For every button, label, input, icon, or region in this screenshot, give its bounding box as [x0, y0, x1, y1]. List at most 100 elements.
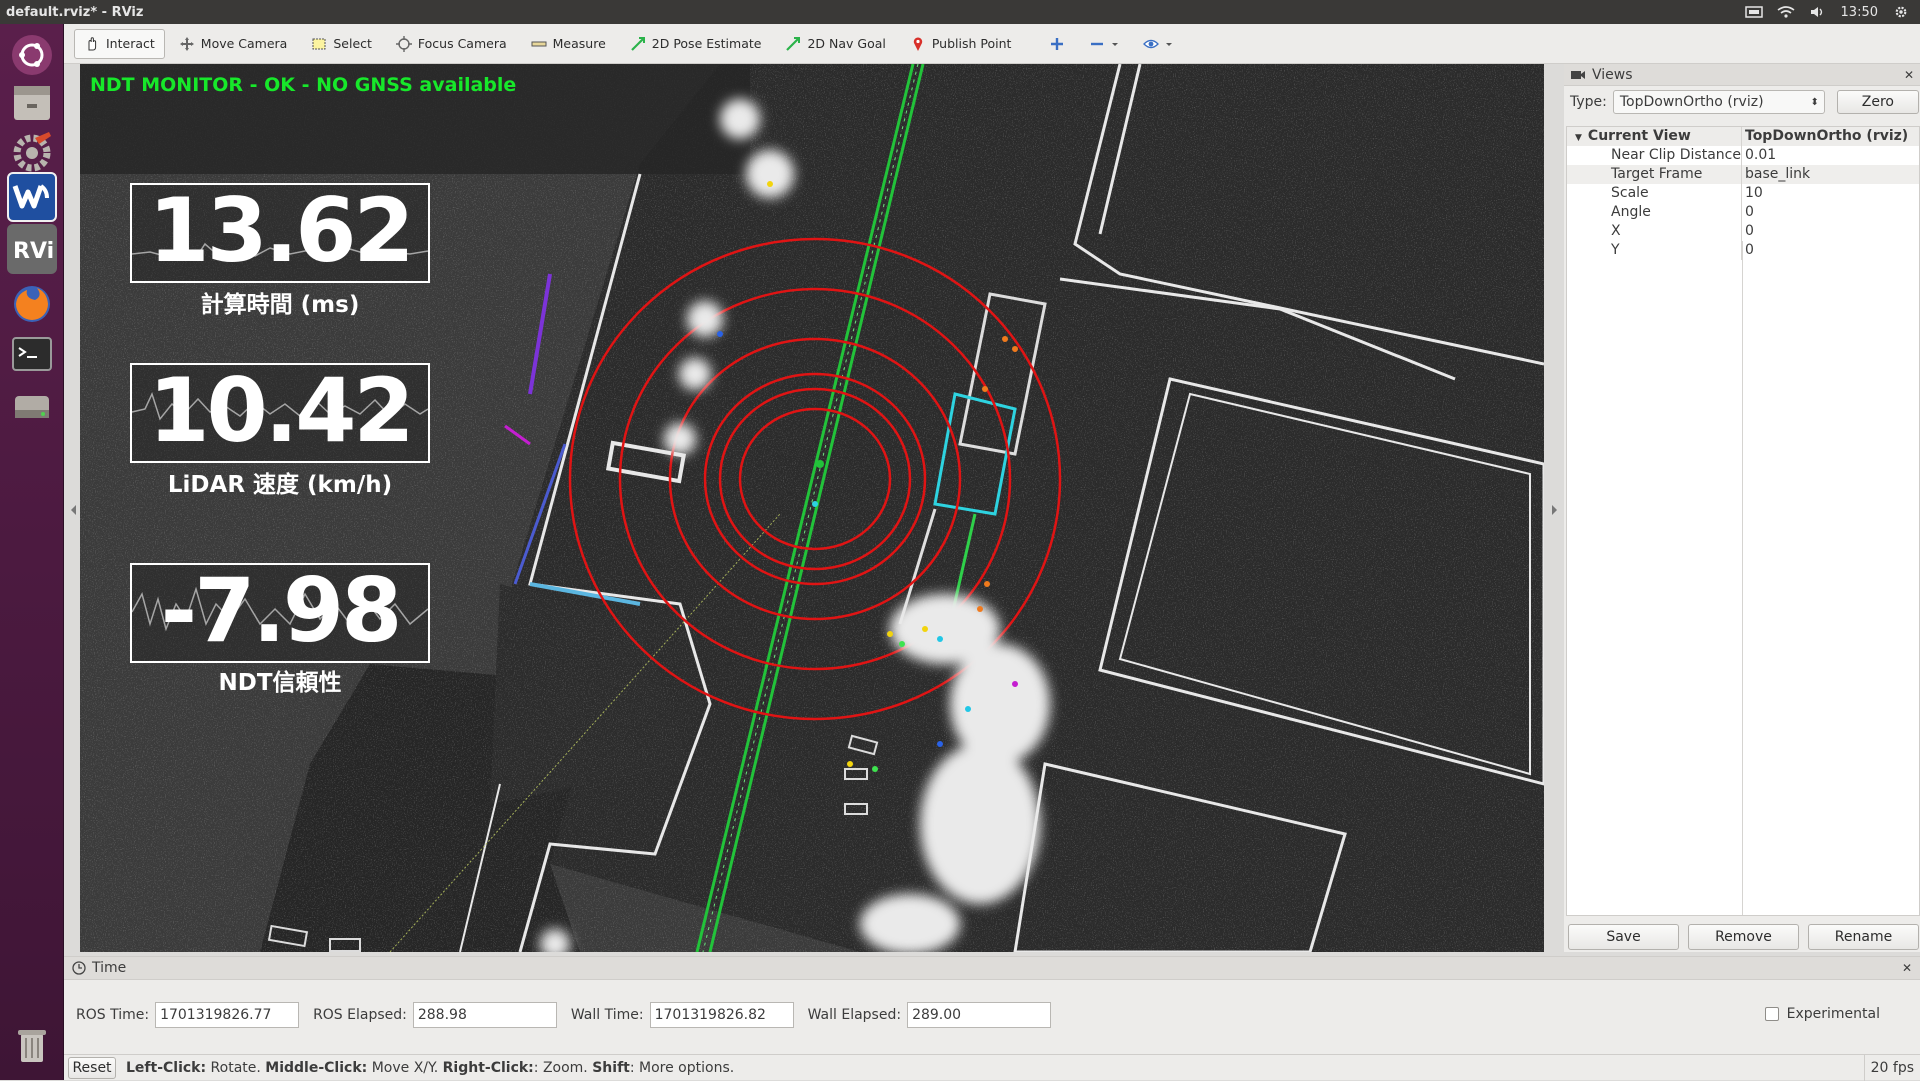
- property-key: Near Clip Distance: [1567, 146, 1742, 165]
- select-tool[interactable]: Select: [301, 29, 382, 59]
- launcher: RViz: [0, 24, 64, 1080]
- property-value[interactable]: 0: [1742, 222, 1754, 241]
- collapse-left-arrow-icon[interactable]: [70, 505, 78, 515]
- lidar-speed-value: 10.42: [148, 359, 414, 462]
- interact-label: Interact: [106, 36, 155, 51]
- pose-estimate-tool[interactable]: 2D Pose Estimate: [620, 29, 772, 59]
- volume-icon[interactable]: [1809, 6, 1827, 18]
- property-key: Angle: [1567, 203, 1742, 222]
- updown-arrow-icon: ⬍: [1810, 96, 1819, 108]
- wall-time-field[interactable]: 1701319826.82: [649, 1002, 794, 1028]
- measure-tool[interactable]: Measure: [521, 29, 616, 59]
- property-value[interactable]: 10: [1742, 184, 1763, 203]
- expand-triangle-icon[interactable]: ▼: [1575, 133, 1582, 143]
- column-divider: [1742, 241, 1743, 915]
- current-view-value: TopDownOrtho (rviz): [1745, 128, 1909, 144]
- ubuntu-dash-icon[interactable]: [7, 30, 57, 80]
- trash-icon[interactable]: [7, 1020, 57, 1070]
- remove-button[interactable]: Remove: [1688, 924, 1799, 950]
- camera-icon: [1571, 70, 1585, 79]
- remove-tool-button[interactable]: [1079, 29, 1129, 59]
- property-row[interactable]: Angle 0: [1567, 203, 1919, 222]
- property-value[interactable]: 0: [1742, 241, 1754, 260]
- views-title: Views: [1592, 66, 1633, 83]
- keyboard-icon[interactable]: [1744, 6, 1763, 18]
- view-type-select[interactable]: TopDownOrtho (rviz) ⬍: [1612, 90, 1825, 114]
- compute-time-value: 13.62: [148, 179, 414, 282]
- save-button[interactable]: Save: [1568, 924, 1679, 950]
- select-label: Select: [333, 36, 372, 51]
- view-type-label: Type:: [1570, 94, 1607, 110]
- rename-button[interactable]: Rename: [1808, 924, 1919, 950]
- wall-elapsed-label: Wall Elapsed:: [807, 1007, 902, 1023]
- eye-icon: [1143, 39, 1160, 48]
- settings-icon[interactable]: [7, 126, 57, 176]
- property-value[interactable]: 0: [1742, 203, 1754, 222]
- terminal-icon[interactable]: [7, 330, 57, 380]
- ruler-icon: [531, 41, 547, 46]
- rviz-icon[interactable]: RViz: [7, 224, 57, 274]
- publish-point-tool[interactable]: Publish Point: [900, 29, 1022, 59]
- ros-time-field[interactable]: 1701319826.77: [155, 1002, 300, 1028]
- add-tool-button[interactable]: [1039, 29, 1075, 59]
- experimental-checkbox[interactable]: [1764, 1007, 1779, 1021]
- view-properties-tree: ▼ Current View TopDownOrtho (rviz) Near C…: [1566, 126, 1920, 916]
- clock[interactable]: 13:50: [1841, 5, 1878, 20]
- top-panel: default.rviz* - RViz 13:50: [0, 0, 1920, 24]
- compute-time-label: 計算時間 (ms): [200, 292, 360, 318]
- ndt-monitor-status: NDT MONITOR - OK - NO GNSS available: [90, 74, 517, 96]
- firefox-icon[interactable]: [7, 278, 57, 328]
- ros-elapsed-field[interactable]: 288.98: [412, 1002, 557, 1028]
- collapse-right-arrow-icon[interactable]: [1550, 505, 1558, 515]
- property-row[interactable]: Scale 10: [1567, 184, 1919, 203]
- ndt-confidence-label: NDT信頼性: [218, 670, 342, 696]
- time-title: Time: [92, 960, 127, 976]
- compute-time-gauge: 13.62: [130, 179, 430, 283]
- property-key: Target Frame: [1567, 165, 1742, 184]
- property-value[interactable]: 0.01: [1742, 146, 1776, 165]
- gear-icon[interactable]: [1892, 6, 1910, 18]
- close-icon[interactable]: ✕: [1902, 961, 1912, 975]
- ndt-confidence-gauge: -7.98: [130, 561, 430, 663]
- disk-icon[interactable]: [7, 382, 57, 432]
- property-row[interactable]: X 0: [1567, 222, 1919, 241]
- reset-button[interactable]: Reset: [68, 1056, 116, 1079]
- property-row[interactable]: Y 0: [1567, 241, 1919, 260]
- wall-time-label: Wall Time:: [570, 1007, 644, 1023]
- property-row[interactable]: Target Frame base_link: [1567, 165, 1919, 184]
- property-key: X: [1567, 222, 1742, 241]
- move-camera-label: Move Camera: [200, 36, 288, 51]
- chevron-down-icon: [1166, 42, 1173, 46]
- current-view-row[interactable]: ▼ Current View TopDownOrtho (rviz): [1567, 127, 1919, 146]
- focus-camera-tool[interactable]: Focus Camera: [386, 29, 517, 59]
- mouse-hint: Left-Click: Rotate. Middle-Click: Move X…: [126, 1059, 735, 1076]
- property-value[interactable]: base_link: [1742, 165, 1810, 184]
- wall-elapsed-field[interactable]: 289.00: [907, 1002, 1052, 1028]
- status-bar: Reset Left-Click: Rotate. Middle-Click: …: [64, 1054, 1920, 1081]
- files-icon[interactable]: [7, 78, 57, 128]
- window-title: default.rviz* - RViz: [6, 4, 144, 20]
- render-viewport[interactable]: NDT MONITOR - OK - NO GNSS available 13.…: [80, 64, 1544, 952]
- measure-label: Measure: [552, 36, 606, 51]
- experimental-toggle[interactable]: Experimental: [1764, 1006, 1880, 1022]
- publish-point-label: Publish Point: [931, 36, 1012, 51]
- close-icon[interactable]: ✕: [1904, 68, 1914, 82]
- property-key: Scale: [1567, 184, 1742, 203]
- lidar-speed-gauge: 10.42: [130, 359, 430, 463]
- system-tray: 13:50: [1744, 5, 1920, 20]
- view-options-button[interactable]: [1133, 29, 1183, 59]
- move-camera-tool[interactable]: Move Camera: [169, 29, 298, 59]
- autoware-icon[interactable]: [7, 172, 57, 222]
- nav-goal-tool[interactable]: 2D Nav Goal: [775, 29, 895, 59]
- wifi-icon[interactable]: [1777, 6, 1795, 18]
- lidar-speed-label: LiDAR 速度 (km/h): [167, 472, 393, 498]
- toolbar: Interact Move Camera Select Focus Camera…: [64, 24, 1920, 64]
- focus-camera-label: Focus Camera: [417, 36, 507, 51]
- views-buttons: Save Remove Rename: [1568, 924, 1919, 950]
- property-row[interactable]: Near Clip Distance 0.01: [1567, 146, 1919, 165]
- interact-tool[interactable]: Interact: [74, 28, 165, 59]
- views-panel: Views ✕ Type: TopDownOrtho (rviz) ⬍ Zero…: [1564, 64, 1920, 952]
- focus-icon: [395, 35, 412, 52]
- ros-time-label: ROS Time:: [76, 1007, 150, 1023]
- zero-button[interactable]: Zero: [1836, 90, 1919, 114]
